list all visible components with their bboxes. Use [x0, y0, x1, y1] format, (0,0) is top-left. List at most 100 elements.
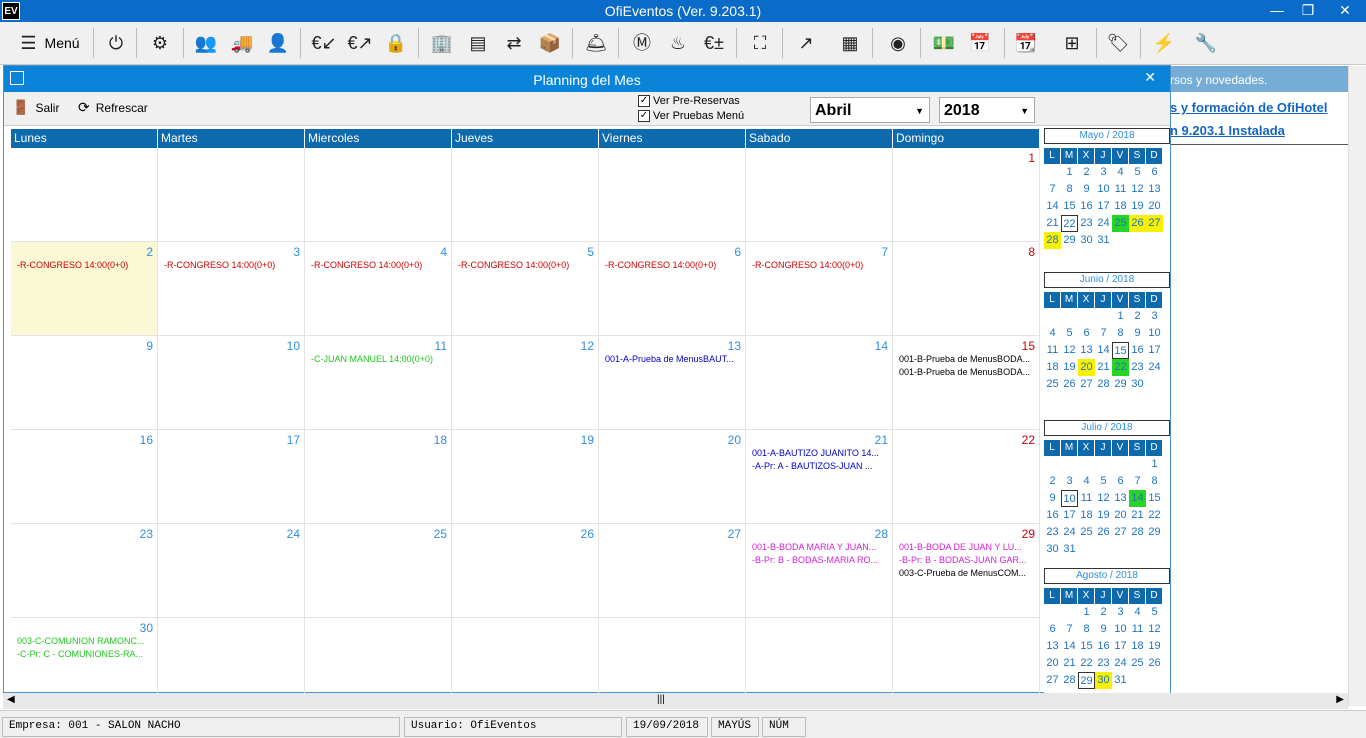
event-entry[interactable]: -B-Pr: B - BODAS-JUAN GAR...: [899, 555, 1033, 565]
tools-button[interactable]: 🔧: [1186, 25, 1226, 61]
rooms-button[interactable]: 🏢: [428, 25, 456, 61]
mini-day[interactable]: 15: [1112, 342, 1129, 359]
mini-day[interactable]: 19: [1146, 638, 1163, 655]
event-entry[interactable]: 003-C-COMUNION RAMONC...: [17, 636, 151, 646]
calendar-day-cell[interactable]: [452, 148, 599, 242]
event-entry[interactable]: -R-CONGRESO 14:00(0+0): [164, 260, 298, 270]
news-link-version[interactable]: n 9.203.1 Instalada: [1170, 123, 1350, 138]
mini-day[interactable]: 25: [1044, 376, 1061, 393]
mini-calendar-title[interactable]: Mayo / 2018: [1044, 128, 1170, 144]
mini-day[interactable]: 3: [1095, 164, 1112, 181]
calendar-day-cell[interactable]: 9: [11, 336, 158, 430]
mini-day[interactable]: 29: [1078, 672, 1095, 689]
mini-day[interactable]: 29: [1146, 524, 1163, 541]
mini-day[interactable]: 2: [1078, 164, 1095, 181]
mini-day[interactable]: 20: [1078, 359, 1095, 376]
mini-day[interactable]: 28: [1061, 672, 1078, 689]
mini-day[interactable]: 1: [1112, 308, 1129, 325]
calendar-day-cell[interactable]: 17: [158, 430, 305, 524]
mini-day[interactable]: 7: [1044, 181, 1061, 198]
calendar-day-cell[interactable]: [11, 148, 158, 242]
calendar-day-cell[interactable]: 27: [599, 524, 746, 618]
calendar-day-cell[interactable]: [158, 148, 305, 242]
event-entry[interactable]: 003-C-Prueba de MenusCOM...: [899, 568, 1033, 578]
mini-day[interactable]: 13: [1146, 181, 1163, 198]
mini-day[interactable]: 24: [1146, 359, 1163, 376]
mini-day[interactable]: 19: [1061, 359, 1078, 376]
mini-day[interactable]: 19: [1095, 507, 1112, 524]
mini-day[interactable]: 24: [1095, 215, 1112, 232]
mini-day[interactable]: 1: [1078, 604, 1095, 621]
mini-day[interactable]: 8: [1112, 325, 1129, 342]
mini-day[interactable]: 13: [1044, 638, 1061, 655]
mini-day[interactable]: 20: [1146, 198, 1163, 215]
mini-day[interactable]: 3: [1061, 473, 1078, 490]
calendar-day-cell[interactable]: 5 -R-CONGRESO 14:00(0+0): [452, 242, 599, 336]
calendar-day-cell[interactable]: 30 003-C-COMUNION RAMONC... -C-Pr: C - COM…: [11, 618, 158, 694]
pruebas-checkbox[interactable]: ✓ Ver Pruebas Menú: [638, 110, 744, 122]
event-entry[interactable]: 001-B-BODA MARIA Y JUAN...: [752, 542, 886, 552]
mini-day[interactable]: 2: [1129, 308, 1146, 325]
calendar-day-cell[interactable]: [305, 618, 452, 694]
mini-day[interactable]: 7: [1129, 473, 1146, 490]
scroll-left-icon[interactable]: ◀: [7, 694, 15, 705]
dishes-button[interactable]: ♨: [664, 25, 692, 61]
year-select[interactable]: 2018 ▼: [939, 97, 1035, 123]
mini-day[interactable]: 5: [1061, 325, 1078, 342]
mini-day[interactable]: 2: [1044, 473, 1061, 490]
mini-day[interactable]: 3: [1146, 308, 1163, 325]
mini-day[interactable]: 11: [1129, 621, 1146, 638]
mini-day[interactable]: 24: [1061, 524, 1078, 541]
mini-day[interactable]: 18: [1112, 198, 1129, 215]
event-entry[interactable]: -R-CONGRESO 14:00(0+0): [311, 260, 445, 270]
calendar-day-cell[interactable]: 14: [746, 336, 893, 430]
menu-button[interactable]: ☰ Menú: [10, 25, 90, 61]
prices-button[interactable]: €±: [700, 25, 728, 61]
mini-day[interactable]: 8: [1078, 621, 1095, 638]
mini-day[interactable]: 6: [1044, 621, 1061, 638]
calendar-day-cell[interactable]: 15 001-B-Prueba de MenusBODA... 001-B-Prue…: [893, 336, 1040, 430]
mini-day[interactable]: 15: [1078, 638, 1095, 655]
mini-day[interactable]: 4: [1129, 604, 1146, 621]
mini-day[interactable]: 30: [1129, 376, 1146, 393]
mini-day[interactable]: 11: [1044, 342, 1061, 359]
charges-button[interactable]: €↙: [310, 25, 338, 61]
calendar-day-cell[interactable]: [893, 618, 1040, 694]
calendar-day-cell[interactable]: 4 -R-CONGRESO 14:00(0+0): [305, 242, 452, 336]
mini-day[interactable]: 15: [1146, 490, 1163, 507]
event-entry[interactable]: -R-CONGRESO 14:00(0+0): [458, 260, 592, 270]
mini-day[interactable]: 1: [1146, 456, 1163, 473]
mini-day[interactable]: 25: [1129, 655, 1146, 672]
mini-day[interactable]: 28: [1044, 232, 1061, 249]
calendar-day-cell[interactable]: [158, 618, 305, 694]
payments-button[interactable]: €↗: [346, 25, 374, 61]
mini-day[interactable]: 21: [1044, 215, 1061, 232]
mini-day[interactable]: 7: [1095, 325, 1112, 342]
event-entry[interactable]: 001-B-Prueba de MenusBODA...: [899, 354, 1033, 364]
calendar-day-cell[interactable]: 20: [599, 430, 746, 524]
tags-button[interactable]: 🏷: [1104, 25, 1132, 61]
mini-day[interactable]: 15: [1061, 198, 1078, 215]
register-button[interactable]: ▤: [464, 25, 492, 61]
calendar-day-cell[interactable]: [452, 618, 599, 694]
mini-day[interactable]: 5: [1146, 604, 1163, 621]
calendar-day-cell[interactable]: 10: [158, 336, 305, 430]
mini-day[interactable]: 24: [1112, 655, 1129, 672]
refresh-button[interactable]: ⟳ Refrescar: [78, 99, 148, 116]
calendar-day-cell[interactable]: 18: [305, 430, 452, 524]
month-select[interactable]: Abril ▼: [810, 97, 930, 123]
calendar-day-cell[interactable]: 13 001-A-Prueba de MenusBAUT...: [599, 336, 746, 430]
mini-day[interactable]: 20: [1044, 655, 1061, 672]
mini-day[interactable]: 31: [1061, 541, 1078, 558]
calendar-day-cell[interactable]: 22: [893, 430, 1040, 524]
mini-day[interactable]: 22: [1078, 655, 1095, 672]
mini-day[interactable]: 13: [1078, 342, 1095, 359]
calendar-day-cell[interactable]: [599, 148, 746, 242]
mini-day[interactable]: 8: [1061, 181, 1078, 198]
mini-day[interactable]: 25: [1112, 215, 1129, 232]
calendar-day-cell[interactable]: 21 001-A-BAUTIZO JUANITO 14... -A-Pr: A - …: [746, 430, 893, 524]
calendar-day-cell[interactable]: [746, 148, 893, 242]
mini-day[interactable]: 7: [1061, 621, 1078, 638]
prereservas-checkbox[interactable]: ✓ Ver Pre-Reservas: [638, 95, 740, 107]
mini-day[interactable]: 6: [1078, 325, 1095, 342]
